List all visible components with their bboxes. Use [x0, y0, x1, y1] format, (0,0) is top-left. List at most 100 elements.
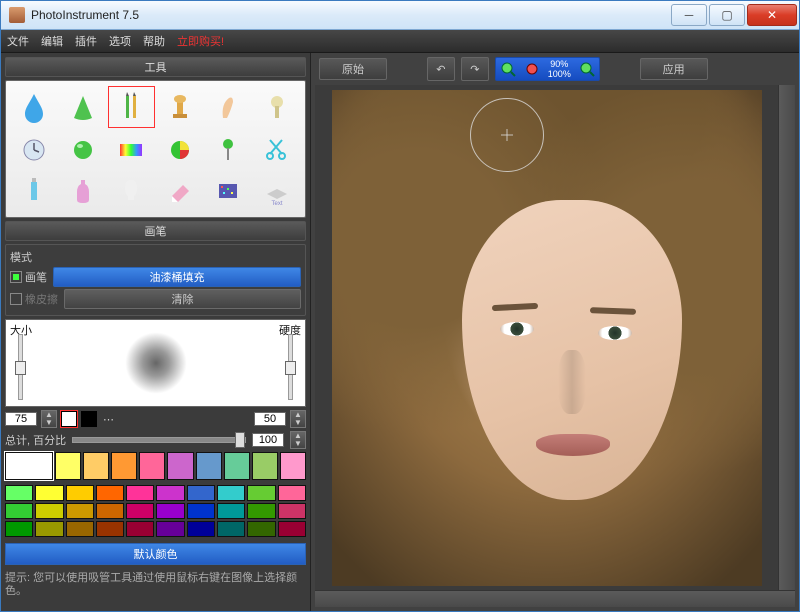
tool-bottle[interactable]: [61, 171, 106, 211]
color-swatch[interactable]: [66, 485, 94, 501]
tool-clock[interactable]: [12, 129, 57, 169]
color-swatch[interactable]: [111, 452, 137, 480]
default-colors-button[interactable]: 默认颜色: [5, 543, 306, 565]
zoom-text[interactable]: 90%100%: [544, 59, 575, 79]
tool-brush[interactable]: [109, 87, 154, 127]
left-panel: 工具: [1, 53, 311, 611]
size-input[interactable]: [5, 412, 37, 426]
eraser-radio[interactable]: 橡皮擦: [10, 291, 58, 307]
color-swatch[interactable]: [247, 521, 275, 537]
color-swatch[interactable]: [247, 485, 275, 501]
color-swatch[interactable]: [156, 503, 184, 519]
tool-layers[interactable]: Text: [255, 171, 300, 211]
tool-sphere[interactable]: [61, 129, 106, 169]
tool-tube[interactable]: [12, 171, 57, 211]
zoom-in-icon[interactable]: [575, 61, 599, 77]
color-swatch[interactable]: [126, 485, 154, 501]
opacity-spinner[interactable]: ▲▼: [290, 431, 306, 449]
color-swatch[interactable]: [252, 452, 278, 480]
color-swatch[interactable]: [247, 503, 275, 519]
zoom-out-icon[interactable]: [496, 61, 520, 77]
color-swatch[interactable]: [66, 503, 94, 519]
color-swatch[interactable]: [187, 521, 215, 537]
primary-swatch[interactable]: [5, 452, 53, 480]
bg-swatch[interactable]: [81, 411, 97, 427]
tool-scissors[interactable]: [255, 129, 300, 169]
vertical-scrollbar[interactable]: [778, 85, 795, 590]
image-canvas[interactable]: [332, 90, 762, 586]
app-icon: [9, 7, 25, 23]
color-swatch[interactable]: [96, 521, 124, 537]
color-swatch[interactable]: [126, 521, 154, 537]
undo-button[interactable]: ↶: [427, 57, 455, 81]
tool-smudge[interactable]: [206, 87, 251, 127]
tool-noise[interactable]: [206, 171, 251, 211]
menu-options[interactable]: 选项: [109, 33, 131, 49]
menu-help[interactable]: 帮助: [143, 33, 165, 49]
color-swatch[interactable]: [35, 485, 63, 501]
color-swatch[interactable]: [280, 452, 306, 480]
horizontal-scrollbar[interactable]: [315, 590, 795, 607]
menu-buy[interactable]: 立即购买!: [177, 33, 224, 49]
color-swatch[interactable]: [278, 503, 306, 519]
color-swatch[interactable]: [167, 452, 193, 480]
color-swatch[interactable]: [156, 521, 184, 537]
tool-eraser[interactable]: [158, 171, 203, 211]
tool-blur[interactable]: [12, 87, 57, 127]
color-swatch[interactable]: [96, 503, 124, 519]
tool-gradient[interactable]: [109, 129, 154, 169]
color-swatch[interactable]: [96, 485, 124, 501]
color-swatch[interactable]: [35, 521, 63, 537]
color-swatch[interactable]: [5, 521, 33, 537]
color-swatch[interactable]: [187, 503, 215, 519]
color-swatch[interactable]: [278, 521, 306, 537]
size-spinner[interactable]: ▲▼: [41, 410, 57, 428]
tool-bulb[interactable]: [109, 171, 154, 211]
color-swatch[interactable]: [35, 503, 63, 519]
original-button[interactable]: 原始: [319, 58, 387, 80]
redo-button[interactable]: ↷: [461, 57, 489, 81]
tool-cone[interactable]: [61, 87, 106, 127]
color-swatch[interactable]: [55, 452, 81, 480]
tool-liquify[interactable]: [255, 87, 300, 127]
close-button[interactable]: ✕: [747, 4, 797, 26]
svg-text:Text: Text: [271, 201, 282, 207]
color-swatch[interactable]: [217, 503, 245, 519]
ellipsis-icon[interactable]: ⋯: [103, 413, 114, 426]
tool-stamp[interactable]: [158, 87, 203, 127]
color-swatch[interactable]: [5, 503, 33, 519]
opacity-input[interactable]: [252, 433, 284, 447]
color-swatch[interactable]: [66, 521, 94, 537]
color-swatch[interactable]: [126, 503, 154, 519]
opacity-slider[interactable]: [72, 437, 246, 443]
menu-plugins[interactable]: 插件: [75, 33, 97, 49]
tool-pin[interactable]: [206, 129, 251, 169]
zoom-fit-icon[interactable]: [520, 61, 544, 77]
color-swatch[interactable]: [278, 485, 306, 501]
color-swatch[interactable]: [217, 485, 245, 501]
hardness-spinner[interactable]: ▲▼: [290, 410, 306, 428]
color-swatch[interactable]: [187, 485, 215, 501]
apply-button[interactable]: 应用: [640, 58, 708, 80]
menu-edit[interactable]: 编辑: [41, 33, 63, 49]
color-swatch[interactable]: [217, 521, 245, 537]
size-slider[interactable]: [18, 334, 23, 400]
color-swatch[interactable]: [156, 485, 184, 501]
tool-colorball[interactable]: [158, 129, 203, 169]
hardness-input[interactable]: [254, 412, 286, 426]
color-swatch[interactable]: [196, 452, 222, 480]
minimize-button[interactable]: ─: [671, 4, 707, 26]
titlebar[interactable]: PhotoInstrument 7.5 ─ ▢ ✕: [1, 1, 799, 30]
color-swatch[interactable]: [224, 452, 250, 480]
maximize-button[interactable]: ▢: [709, 4, 745, 26]
color-swatch[interactable]: [83, 452, 109, 480]
color-swatch[interactable]: [5, 485, 33, 501]
brush-radio[interactable]: 画笔: [10, 269, 47, 285]
menu-file[interactable]: 文件: [7, 33, 29, 49]
clear-button[interactable]: 清除: [64, 289, 301, 309]
size-panel: 大小 硬度: [5, 319, 306, 407]
color-swatch[interactable]: [139, 452, 165, 480]
fg-swatch[interactable]: [61, 411, 77, 427]
hardness-slider[interactable]: [288, 334, 293, 400]
bucket-fill-button[interactable]: 油漆桶填充: [53, 267, 301, 287]
